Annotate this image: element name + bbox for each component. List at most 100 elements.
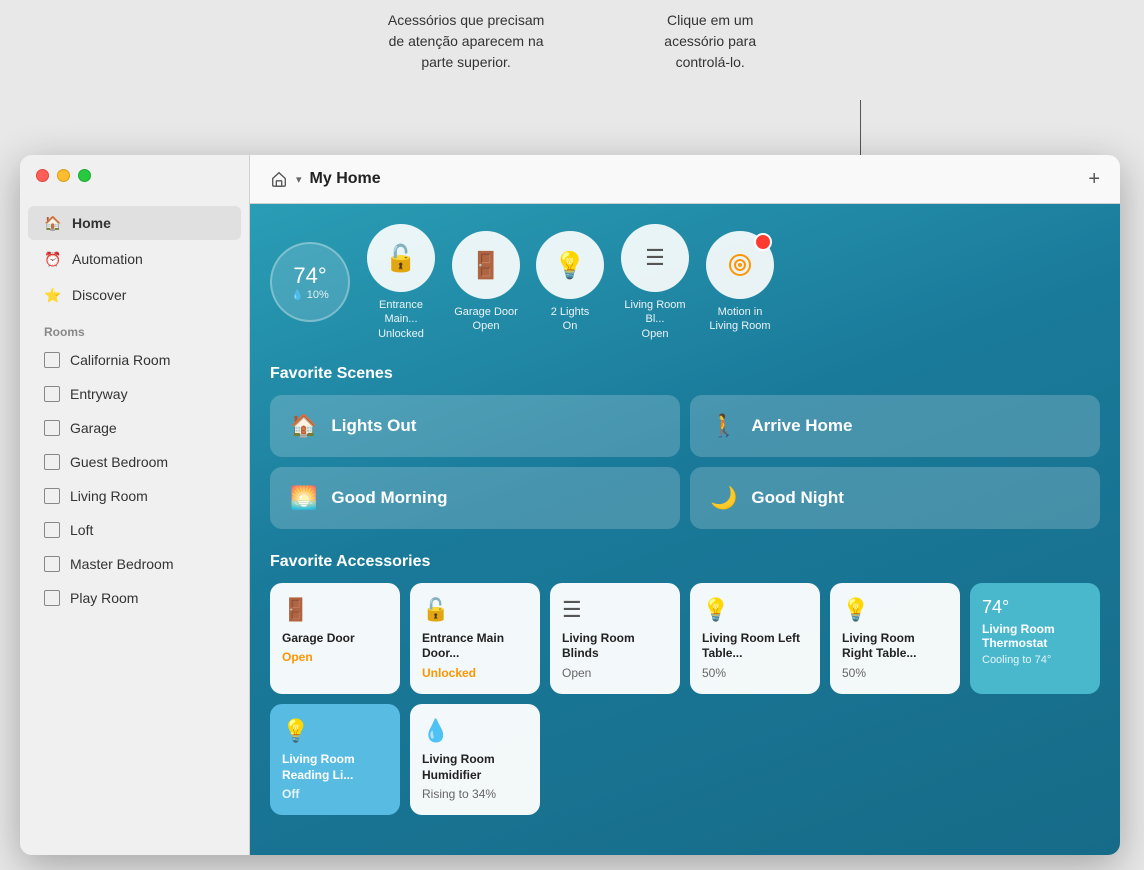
accessory-entrance-name: Entrance Main Door... <box>422 631 528 662</box>
accessories-row2: 💡 Living Room Reading Li... Off 💧 Living… <box>270 704 1100 815</box>
close-button[interactable] <box>36 169 49 182</box>
clock-icon: ⏰ <box>44 250 62 268</box>
motion-sensor-icon <box>726 251 754 279</box>
lr-right-table-icon: 💡 <box>842 597 948 623</box>
accessory-reading-status: Off <box>282 787 388 801</box>
good-night-label: Good Night <box>751 488 844 508</box>
sidebar-room-play-room[interactable]: Play Room <box>28 582 241 614</box>
lights-out-label: Lights Out <box>331 416 416 436</box>
accessory-garage-door-status: Open <box>282 650 388 664</box>
sidebar-label-home: Home <box>72 215 111 231</box>
sidebar-room-garage[interactable]: Garage <box>28 412 241 444</box>
status-label-motion: Motion inLiving Room <box>709 305 770 334</box>
app-window: 🏠 Home ⏰ Automation ⭐ Discover Rooms Cal… <box>20 155 1120 855</box>
accessory-lr-thermostat[interactable]: 74° Living Room Thermostat Cooling to 74… <box>970 583 1100 694</box>
lr-blinds-icon: ☰ <box>562 597 668 623</box>
sidebar-room-loft[interactable]: Loft <box>28 514 241 546</box>
sidebar-item-home[interactable]: 🏠 Home <box>28 206 241 240</box>
sidebar-room-label: California Room <box>70 352 170 368</box>
room-icon <box>44 522 60 538</box>
drop-icon: 💧 <box>291 290 303 301</box>
accessory-garage-door[interactable]: 🚪 Garage Door Open <box>270 583 400 694</box>
good-morning-icon: 🌅 <box>290 485 317 511</box>
thermostat-temp: 74° <box>982 597 1088 618</box>
status-garage[interactable]: 🚪 Garage DoorOpen <box>452 231 520 334</box>
lr-left-table-icon: 💡 <box>702 597 808 623</box>
sidebar-room-label: Master Bedroom <box>70 556 173 572</box>
accessory-lr-humidifier[interactable]: 💧 Living Room Humidifier Rising to 34% <box>410 704 540 815</box>
status-label-lights: 2 LightsOn <box>551 305 590 334</box>
star-icon: ⭐ <box>44 286 62 304</box>
sidebar-label-discover: Discover <box>72 287 126 303</box>
rooms-section-label: Rooms <box>20 313 249 343</box>
accessory-humidifier-name: Living Room Humidifier <box>422 752 528 783</box>
scenes-section-title: Favorite Scenes <box>270 365 1100 383</box>
accessory-humidifier-status: Rising to 34% <box>422 787 528 801</box>
status-strip: 74° 💧 10% 🔓 Entrance Main...Unlocked <box>270 224 1100 341</box>
sidebar-room-guest-bedroom[interactable]: Guest Bedroom <box>28 446 241 478</box>
accessory-lr-left-table[interactable]: 💡 Living Room Left Table... 50% <box>690 583 820 694</box>
scene-good-morning[interactable]: 🌅 Good Morning <box>270 467 680 529</box>
accessory-right-table-status: 50% <box>842 666 948 680</box>
accessory-lr-right-table[interactable]: 💡 Living Room Right Table... 50% <box>830 583 960 694</box>
sidebar-label-automation: Automation <box>72 251 143 267</box>
thermostat-status: Cooling to 74° <box>982 654 1088 666</box>
accessory-left-table-status: 50% <box>702 666 808 680</box>
callout-left: Acessórios que precisamde atenção aparec… <box>388 10 544 155</box>
entrance-door-icon: 🔓 <box>422 597 528 623</box>
accessories-section-title: Favorite Accessories <box>270 553 1100 571</box>
accessory-right-table-name: Living Room Right Table... <box>842 631 948 662</box>
minimize-button[interactable] <box>57 169 70 182</box>
sidebar-room-label: Play Room <box>70 590 138 606</box>
fullscreen-button[interactable] <box>78 169 91 182</box>
sidebar-room-master-bedroom[interactable]: Master Bedroom <box>28 548 241 580</box>
accessory-blinds-name: Living Room Blinds <box>562 631 668 662</box>
good-morning-label: Good Morning <box>331 488 447 508</box>
accessory-lr-blinds[interactable]: ☰ Living Room Blinds Open <box>550 583 680 694</box>
room-icon <box>44 386 60 402</box>
scene-good-night[interactable]: 🌙 Good Night <box>690 467 1100 529</box>
status-motion[interactable]: Motion inLiving Room <box>706 231 774 334</box>
accessory-left-table-name: Living Room Left Table... <box>702 631 808 662</box>
sidebar-item-automation[interactable]: ⏰ Automation <box>28 242 241 276</box>
accessory-blinds-status: Open <box>562 666 668 680</box>
lr-reading-icon: 💡 <box>282 718 388 744</box>
content-area: 74° 💧 10% 🔓 Entrance Main...Unlocked <box>250 204 1120 855</box>
sidebar-room-california[interactable]: California Room <box>28 344 241 376</box>
sidebar-room-entryway[interactable]: Entryway <box>28 378 241 410</box>
temperature-badge[interactable]: 74° 💧 10% <box>270 242 350 322</box>
status-blinds[interactable]: ☰ Living Room Bl...Open <box>620 224 690 341</box>
sidebar-room-label: Garage <box>70 420 117 436</box>
status-lights[interactable]: 💡 2 LightsOn <box>536 231 604 334</box>
status-icon-motion <box>706 231 774 299</box>
status-icon-entrance: 🔓 <box>367 224 435 292</box>
temp-detail: 💧 10% <box>291 289 328 301</box>
scene-arrive-home[interactable]: 🚶 Arrive Home <box>690 395 1100 457</box>
sidebar-room-label: Entryway <box>70 386 128 402</box>
scene-lights-out[interactable]: 🏠 Lights Out <box>270 395 680 457</box>
main-content: ▾ My Home + 74° 💧 10% <box>250 155 1120 855</box>
home-icon: 🏠 <box>44 214 62 232</box>
status-label-garage: Garage DoorOpen <box>454 305 518 334</box>
good-night-icon: 🌙 <box>710 485 737 511</box>
thermostat-name: Living Room Thermostat <box>982 622 1088 650</box>
status-icon-lights: 💡 <box>536 231 604 299</box>
status-label-blinds: Living Room Bl...Open <box>620 298 690 341</box>
accessory-entrance-door[interactable]: 🔓 Entrance Main Door... Unlocked <box>410 583 540 694</box>
garage-door-icon: 🚪 <box>282 597 388 623</box>
sidebar-room-living-room[interactable]: Living Room <box>28 480 241 512</box>
scenes-grid: 🏠 Lights Out 🚶 Arrive Home 🌅 Good Mornin… <box>270 395 1100 529</box>
room-icon <box>44 352 60 368</box>
room-icon <box>44 420 60 436</box>
room-icon <box>44 454 60 470</box>
accessory-garage-door-name: Garage Door <box>282 631 388 647</box>
room-icon <box>44 488 60 504</box>
status-entrance[interactable]: 🔓 Entrance Main...Unlocked <box>366 224 436 341</box>
status-label-entrance: Entrance Main...Unlocked <box>366 298 436 341</box>
accessory-lr-reading[interactable]: 💡 Living Room Reading Li... Off <box>270 704 400 815</box>
lights-out-icon: 🏠 <box>290 413 317 439</box>
sidebar: 🏠 Home ⏰ Automation ⭐ Discover Rooms Cal… <box>20 155 250 855</box>
accessory-reading-name: Living Room Reading Li... <box>282 752 388 783</box>
status-icon-garage: 🚪 <box>452 231 520 299</box>
sidebar-item-discover[interactable]: ⭐ Discover <box>28 278 241 312</box>
